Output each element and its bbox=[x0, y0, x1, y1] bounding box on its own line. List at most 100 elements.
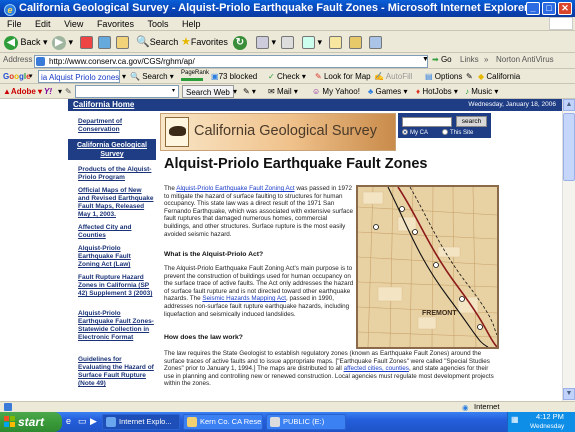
nav-item-guidelines[interactable]: Guidelines for Evaluating the Hazard of … bbox=[78, 356, 154, 388]
search-option-my-ca[interactable]: My CA bbox=[402, 129, 428, 137]
google-query-dropdown-icon[interactable]: ▾ bbox=[122, 70, 126, 83]
yahoo-search-input[interactable] bbox=[75, 85, 179, 98]
quicklaunch-ie-icon[interactable]: e bbox=[66, 416, 71, 426]
drive-task-icon bbox=[270, 417, 280, 427]
spellcheck-button[interactable]: ✓ Check ▾ bbox=[268, 70, 306, 83]
favorites-button[interactable]: ★Favorites bbox=[181, 35, 228, 50]
tray-day: Wednesday bbox=[530, 423, 565, 430]
scroll-down-button[interactable]: ▼ bbox=[563, 388, 575, 400]
windows-logo-icon bbox=[4, 416, 15, 427]
minimize-button[interactable]: _ bbox=[526, 2, 540, 15]
go-button[interactable]: ➡ Go bbox=[432, 55, 452, 64]
purpose-paragraph: The Alquist-Priolo Earthquake Fault Zoni… bbox=[164, 265, 354, 318]
adobe-button[interactable]: ▲Adobe ▾ bbox=[3, 85, 42, 98]
google-search-button[interactable]: 🔍 Search ▾ bbox=[130, 70, 174, 83]
google-logo[interactable]: Google bbox=[3, 70, 31, 83]
refresh-button[interactable] bbox=[98, 35, 111, 50]
nav-item-affected-cities[interactable]: Affected City and Counties bbox=[78, 224, 154, 240]
popup-blocker-button[interactable]: ▣73 blocked bbox=[211, 70, 257, 83]
cgs-banner: California Geological Survey bbox=[160, 113, 396, 151]
search-highlight-icon[interactable]: ✎ bbox=[466, 70, 473, 83]
home-button[interactable] bbox=[116, 35, 129, 50]
search-web-dropdown-icon[interactable]: ▾ bbox=[233, 85, 237, 98]
taskbar-item-ie[interactable]: Internet Explo... bbox=[102, 414, 180, 430]
affected-cities-link[interactable]: affected cities, counties bbox=[344, 365, 409, 372]
options-button[interactable]: ▤ Options bbox=[425, 70, 462, 83]
yahoo-pencil-icon[interactable]: ✎ bbox=[65, 85, 72, 98]
hotjobs-button[interactable]: ♦ HotJobs ▾ bbox=[416, 85, 458, 98]
search-button[interactable]: 🔍Search bbox=[136, 35, 178, 50]
site-search-input[interactable] bbox=[402, 117, 452, 127]
california-button[interactable]: ◆ California bbox=[478, 70, 520, 83]
google-search-label: Search bbox=[142, 72, 168, 81]
tray-time[interactable]: 4:12 PM bbox=[536, 412, 564, 422]
quicklaunch-desktop-icon[interactable]: ▭ bbox=[78, 416, 87, 427]
history-button[interactable]: ↻ bbox=[233, 35, 247, 50]
address-dropdown-icon[interactable]: ▼ bbox=[422, 56, 429, 63]
taskbar-item-public[interactable]: PUBLIC (E:) bbox=[266, 414, 346, 430]
yahoo-menu-icon[interactable]: ▾ bbox=[58, 85, 62, 98]
google-search-input[interactable]: ia Alquist Priolo zones bbox=[38, 70, 120, 83]
nav-item-products[interactable]: Products of the Alquist-Priolo Program bbox=[78, 166, 154, 182]
taskbar-item-kern[interactable]: Kern Co. CA Rese... bbox=[183, 414, 263, 430]
scroll-thumb[interactable] bbox=[563, 113, 575, 181]
menu-help[interactable]: Help bbox=[182, 19, 201, 29]
yahoo-search-dropdown-icon[interactable]: ▾ bbox=[172, 85, 175, 98]
history-icon: ↻ bbox=[233, 35, 247, 50]
print-button[interactable] bbox=[281, 35, 294, 50]
edit-button[interactable]: ▾ bbox=[302, 35, 322, 50]
menu-tools[interactable]: Tools bbox=[147, 19, 168, 29]
envelope-icon: ✉ bbox=[268, 87, 275, 96]
google-menu-icon[interactable]: ▾ bbox=[29, 70, 33, 83]
search-web-button[interactable]: Search Web bbox=[182, 85, 234, 98]
links-button[interactable]: Links bbox=[460, 55, 479, 64]
autofill-button[interactable]: ✍ AutoFill bbox=[374, 70, 412, 83]
california-home-link[interactable]: California Home bbox=[73, 99, 134, 111]
site-search-button[interactable]: search bbox=[456, 116, 487, 127]
links-chevron-icon[interactable]: » bbox=[484, 55, 488, 64]
mail-button[interactable]: ▾ bbox=[256, 35, 276, 50]
scroll-up-button[interactable]: ▲ bbox=[563, 99, 575, 111]
research-button[interactable] bbox=[369, 35, 382, 50]
taskbar-item-public-label: PUBLIC (E:) bbox=[283, 417, 325, 426]
nav-item-sp42[interactable]: Fault Rupture Hazard Zones in California… bbox=[78, 274, 154, 298]
my-yahoo-button[interactable]: ☺ My Yahoo! bbox=[312, 85, 360, 98]
close-button[interactable]: ✕ bbox=[558, 2, 572, 15]
menu-file[interactable]: File bbox=[7, 19, 22, 29]
music-button[interactable]: ♪ Music ▾ bbox=[465, 85, 498, 98]
quicklaunch-media-icon[interactable]: ▶ bbox=[90, 416, 97, 427]
pencil-icon[interactable]: ✎ ▾ bbox=[243, 85, 256, 98]
tray-network-icon[interactable]: ▦ bbox=[511, 415, 519, 424]
menu-favorites[interactable]: Favorites bbox=[97, 19, 134, 29]
site-date: Wednesday, January 18, 2006 bbox=[468, 101, 556, 108]
search-option-my-ca-label: My CA bbox=[410, 130, 428, 136]
yahoo-logo[interactable]: Y! bbox=[44, 85, 52, 98]
music-label: Music bbox=[471, 87, 493, 96]
back-button[interactable]: ◀ Back ▾ bbox=[4, 35, 48, 50]
forward-button[interactable]: ▶ ▾ bbox=[52, 35, 73, 50]
start-label: start bbox=[18, 415, 45, 429]
nav-item-official-maps[interactable]: Official Maps of New and Revised Earthqu… bbox=[78, 187, 154, 219]
menu-view[interactable]: View bbox=[64, 19, 83, 29]
games-button[interactable]: ♣ Games ▾ bbox=[368, 85, 408, 98]
norton-antivirus-button[interactable]: Norton AntiVirus bbox=[496, 55, 554, 64]
seismic-hazards-link[interactable]: Seismic Hazards Mapping Act bbox=[202, 295, 286, 302]
nav-item-ap-act-law[interactable]: Alquist-Priolo Earthquake Fault Zoning A… bbox=[78, 245, 154, 269]
ap-act-link[interactable]: Alquist-Priolo Earthquake Fault Zoning A… bbox=[176, 185, 294, 192]
discuss-icon bbox=[329, 36, 342, 50]
discuss-button[interactable] bbox=[329, 35, 342, 50]
vertical-scrollbar[interactable]: ▲ ▼ bbox=[562, 99, 575, 401]
yahoo-mail-button[interactable]: ✉ Mail ▾ bbox=[268, 85, 298, 98]
nav-item-statewide-collection[interactable]: Alquist-Priolo Earthquake Fault Zones-St… bbox=[78, 310, 154, 342]
menu-edit[interactable]: Edit bbox=[35, 19, 51, 29]
look-for-map-button[interactable]: ✎ Look for Map bbox=[315, 70, 371, 83]
search-option-this-site[interactable]: This Site bbox=[442, 129, 473, 137]
address-input[interactable]: http://www.conserv.ca.gov/CGS/rghm/ap/ bbox=[34, 55, 428, 68]
map-label-fremont: FREMONT bbox=[422, 310, 457, 317]
maximize-button[interactable]: □ bbox=[542, 2, 556, 15]
stop-button[interactable] bbox=[80, 35, 93, 50]
nav-department-link[interactable]: Department of Conservation bbox=[78, 118, 154, 134]
messenger-button[interactable] bbox=[349, 35, 362, 50]
start-button[interactable]: start bbox=[0, 412, 62, 432]
nav-selected-cgs[interactable]: California Geological Survey bbox=[68, 139, 156, 160]
